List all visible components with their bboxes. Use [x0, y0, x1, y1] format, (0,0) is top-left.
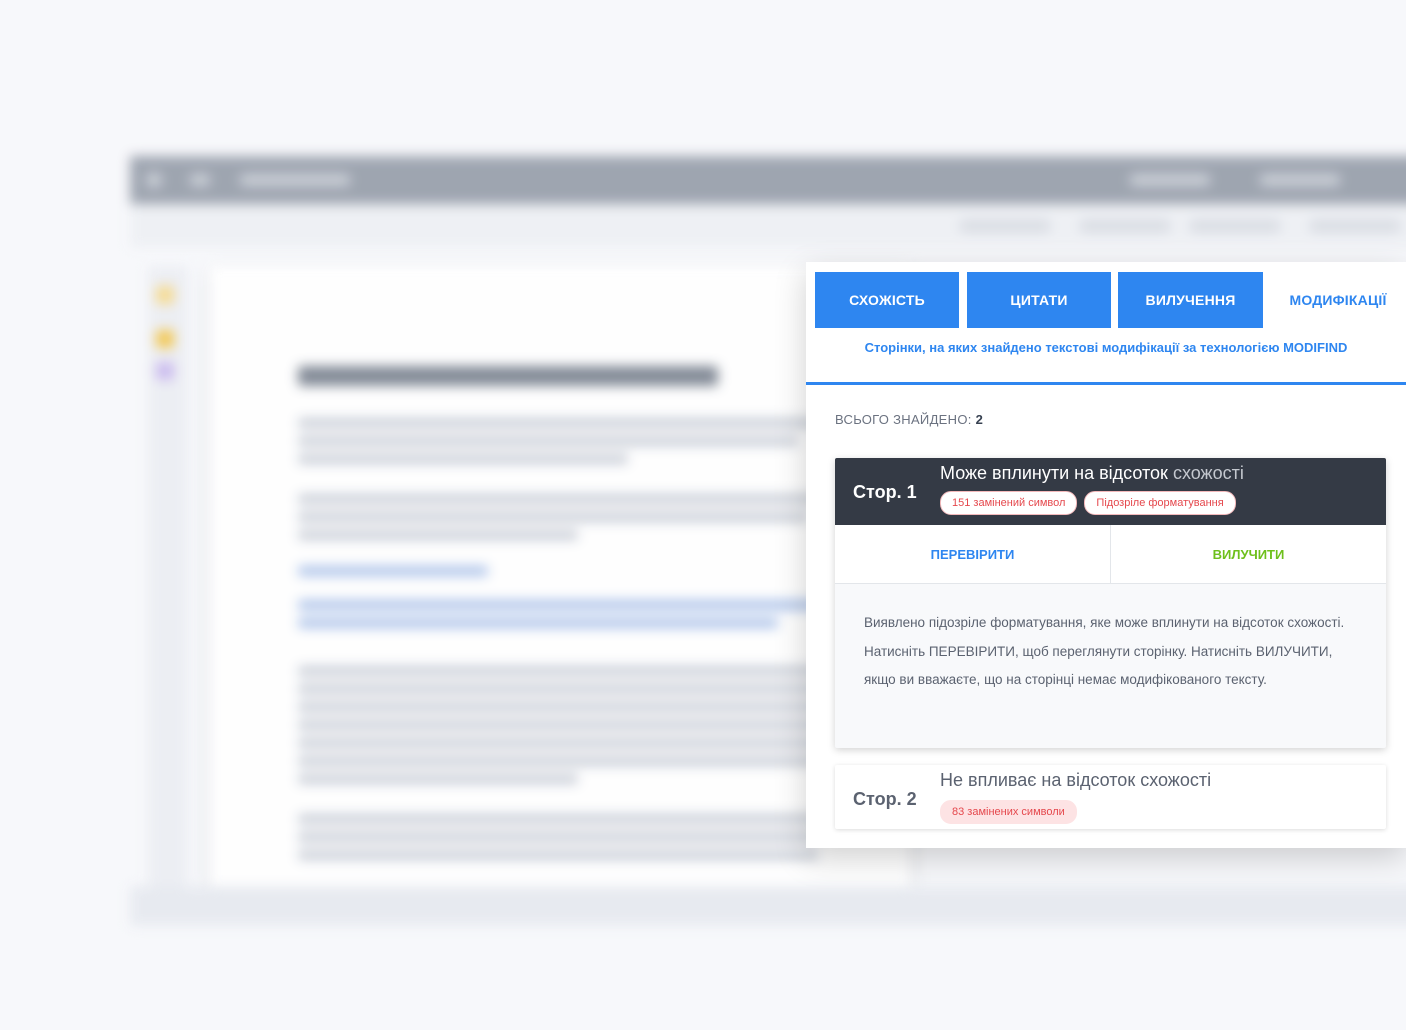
- page-number: Стор. 1: [853, 482, 917, 502]
- result-actions: ПЕРЕВІРИТИ ВИЛУЧИТИ: [835, 525, 1386, 584]
- badge-group: 83 замінених символи: [940, 800, 1077, 824]
- check-button[interactable]: ПЕРЕВІРИТИ: [835, 525, 1111, 583]
- modifications-panel: СХОЖІСТЬ ЦИТАТИ ВИЛУЧЕННЯ МОДИФІКАЦІЇ Ст…: [806, 262, 1406, 848]
- remove-button[interactable]: ВИЛУЧИТИ: [1111, 525, 1386, 583]
- replaced-chars-badge: 83 замінених символи: [940, 800, 1077, 824]
- tab-bar: СХОЖІСТЬ ЦИТАТИ ВИЛУЧЕННЯ МОДИФІКАЦІЇ: [814, 272, 1406, 330]
- impact-description-main: Може вплинути на відсоток: [940, 463, 1168, 483]
- background-document: [210, 266, 910, 886]
- total-found: ВСЬОГО ЗНАЙДЕНО: 2: [835, 412, 983, 427]
- background-topbar: [130, 156, 1406, 204]
- replaced-chars-badge: 151 замінений символ: [940, 491, 1078, 515]
- info-text: Виявлено підозріле форматування, яке мож…: [864, 615, 1345, 687]
- background-footer: [130, 886, 1406, 926]
- total-found-label: ВСЬОГО ЗНАЙДЕНО:: [835, 412, 972, 427]
- total-found-value: 2: [975, 412, 984, 427]
- suspicious-format-badge: Підозріле форматування: [1084, 491, 1236, 515]
- panel-subtitle: Сторінки, на яких знайдено текстові моди…: [806, 338, 1406, 385]
- impact-description: Не впливає на відсоток схожості: [940, 770, 1212, 790]
- tab-citations[interactable]: ЦИТАТИ: [967, 272, 1111, 328]
- tab-modifications[interactable]: МОДИФІКАЦІЇ: [1270, 272, 1406, 328]
- tab-exclusions[interactable]: ВИЛУЧЕННЯ: [1118, 272, 1263, 328]
- result-card-page-1: Стор. 1 Може вплинути на відсоток схожос…: [835, 458, 1386, 748]
- result-card-header[interactable]: Стор. 1 Може вплинути на відсоток схожос…: [835, 458, 1386, 525]
- impact-description-tail: схожості: [1172, 463, 1244, 483]
- tab-similarity[interactable]: СХОЖІСТЬ: [815, 272, 959, 328]
- result-card-page-2[interactable]: Стор. 2 Не впливає на відсоток схожості …: [835, 765, 1386, 829]
- impact-description: Може вплинути на відсоток схожості: [940, 463, 1244, 484]
- page-number: Стор. 2: [853, 789, 917, 809]
- background-sidebar: [148, 266, 188, 886]
- panel-subtitle-text: Сторінки, на яких знайдено текстові моди…: [864, 340, 1348, 355]
- background-toolbar: [130, 204, 1406, 248]
- badge-group: 151 замінений символ Підозріле форматува…: [940, 491, 1236, 515]
